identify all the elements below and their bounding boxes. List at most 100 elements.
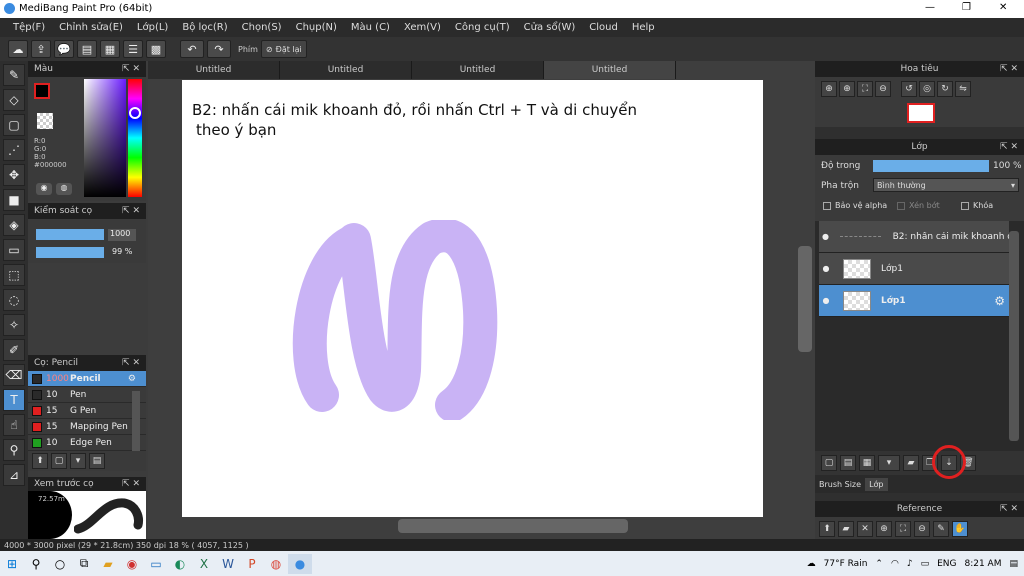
powerpoint-icon[interactable]: P [240,554,264,574]
brush-opacity-slider[interactable] [36,247,104,258]
panel-close-icon[interactable]: ⇱ ✕ [1000,504,1018,514]
rectangle-icon[interactable]: ▢ [3,114,25,136]
brush-icon[interactable]: ✎ [3,64,25,86]
tab-untitled-4[interactable]: Untitled [544,61,676,79]
lasso-icon[interactable]: ◌ [3,289,25,311]
volume-icon[interactable]: ♪ [907,559,913,569]
add-layer-menu-icon[interactable]: ▾ [878,455,900,471]
tab-untitled-1[interactable]: Untitled [148,61,280,79]
tab-brush-size[interactable]: Brush Size [819,480,861,489]
document-icon[interactable]: ▦ [100,40,120,58]
fill-rect-icon[interactable]: ■ [3,189,25,211]
chat-icon[interactable]: ▤ [77,40,97,58]
weather-text[interactable]: 77°F Rain [824,559,868,569]
purple-stroke[interactable] [292,220,512,420]
close-button[interactable]: ✕ [999,2,1007,13]
undo-icon[interactable]: ↶ [180,40,204,58]
text-icon[interactable]: T [3,389,25,411]
cloud-icon[interactable]: ☁ [8,40,28,58]
lock-checkbox[interactable]: Khóa [961,201,993,210]
menu-tools[interactable]: Công cụ(T) [448,22,517,33]
brush-new-icon[interactable]: ▢ [51,453,67,469]
notification-icon[interactable]: ▤ [1009,559,1018,569]
redo-icon[interactable]: ↷ [207,40,231,58]
layer-scrollbar[interactable] [1009,231,1019,441]
move-icon[interactable]: ✥ [3,164,25,186]
minimize-button[interactable]: — [925,2,935,13]
bucket-icon[interactable]: ◈ [3,214,25,236]
hand-icon[interactable]: ✋ [952,521,968,537]
wifi-icon[interactable]: ◠ [891,559,899,569]
word-icon[interactable]: W [216,554,240,574]
grid-icon[interactable]: ▩ [146,40,166,58]
share-icon[interactable]: ⇪ [31,40,51,58]
brush-add-icon[interactable]: ⬆ [32,453,48,469]
panel-close-icon[interactable]: ⇱ ✕ [122,479,140,489]
navigator-thumbnail[interactable] [907,103,935,123]
flip-icon[interactable]: ⇋ [955,81,971,97]
menu-filter[interactable]: Bộ lọc(R) [175,22,234,33]
foreground-color[interactable] [34,83,50,99]
tab-layer[interactable]: Lớp [865,477,888,491]
visibility-icon[interactable]: ● [819,264,833,273]
clipping-checkbox[interactable]: Xén bớt [897,201,940,210]
fit-icon[interactable]: ⛶ [857,81,873,97]
brush-size-value[interactable]: 1000 [108,229,136,241]
file-explorer-icon[interactable]: ▰ [96,554,120,574]
operation-icon[interactable]: ☝ [3,414,25,436]
new-layer-icon[interactable]: ▢ [821,455,837,471]
visibility-icon[interactable]: ● [819,296,833,305]
clock[interactable]: 8:21 AM [964,559,1001,569]
app-icon[interactable]: ◉ [120,554,144,574]
gear-icon[interactable]: ⚙ [128,374,136,384]
panel-close-icon[interactable]: ⇱ ✕ [1000,64,1018,74]
menu-color[interactable]: Màu (C) [344,22,397,33]
dot-icon[interactable]: ⋰ [3,139,25,161]
canvas-text[interactable]: B2: nhấn cái mik khoanh đỏ, rồi nhấn Ctr… [192,100,637,140]
eyedropper-icon[interactable]: ⚲ [3,439,25,461]
select-pen-icon[interactable]: ✐ [3,339,25,361]
medibang-taskbar-icon[interactable]: ● [288,553,312,574]
search-icon[interactable]: ⚲ [24,554,48,574]
brush-list-scrollbar[interactable] [132,391,140,451]
palette-add-icon[interactable]: ◍ [56,183,72,195]
menu-window[interactable]: Cửa sổ(W) [517,22,583,33]
hue-slider[interactable] [128,79,142,197]
task-view-icon[interactable]: ⧉ [72,554,96,574]
panel-close-icon[interactable]: ⇱ ✕ [122,64,140,74]
brush-item[interactable]: 1000 Pencil ⚙ [28,371,146,387]
menu-select[interactable]: Chọn(S) [235,22,289,33]
rotate-right-icon[interactable]: ↻ [937,81,953,97]
gradient-icon[interactable]: ▭ [3,239,25,261]
zoom-out-icon[interactable]: ⊖ [914,521,930,537]
blend-select[interactable]: Bình thường ▾ [873,178,1019,192]
zoom-in-alt-icon[interactable]: ⊕ [839,81,855,97]
transparent-color[interactable] [37,113,53,129]
protect-alpha-checkbox[interactable]: Bảo vệ alpha [823,201,887,210]
horizontal-scrollbar[interactable] [398,519,628,533]
eraser-icon[interactable]: ◇ [3,89,25,111]
zoom-in-icon[interactable]: ⊕ [876,521,892,537]
brush-item[interactable]: 15 G Pen [28,403,146,419]
folder-icon[interactable]: ▰ [903,455,919,471]
layer-opacity-slider[interactable] [873,160,989,172]
monitor-icon[interactable]: ▭ [144,554,168,574]
magic-wand-icon[interactable]: ✧ [3,314,25,336]
zoom-out-icon[interactable]: ⊖ [875,81,891,97]
select-rect-icon[interactable]: ⬚ [3,264,25,286]
panel-close-icon[interactable]: ⇱ ✕ [1000,142,1018,152]
layer-item-selected[interactable]: ● Lớp1 ⚙ [819,285,1009,317]
excel-icon[interactable]: X [192,554,216,574]
close-icon[interactable]: ✕ [857,521,873,537]
visibility-icon[interactable]: ● [819,232,832,241]
brush-item[interactable]: 15 Mapping Pen [28,419,146,435]
hue-handle[interactable] [129,107,141,119]
menu-help[interactable]: Help [625,22,662,33]
list-icon[interactable]: ☰ [123,40,143,58]
edge-icon[interactable]: ◐ [168,554,192,574]
maximize-button[interactable]: ❐ [962,2,971,13]
menu-snap[interactable]: Chụp(N) [289,22,344,33]
saturation-box[interactable] [84,79,126,197]
windows-start-icon[interactable]: ⊞ [0,554,24,574]
tab-untitled-3[interactable]: Untitled [412,61,544,79]
